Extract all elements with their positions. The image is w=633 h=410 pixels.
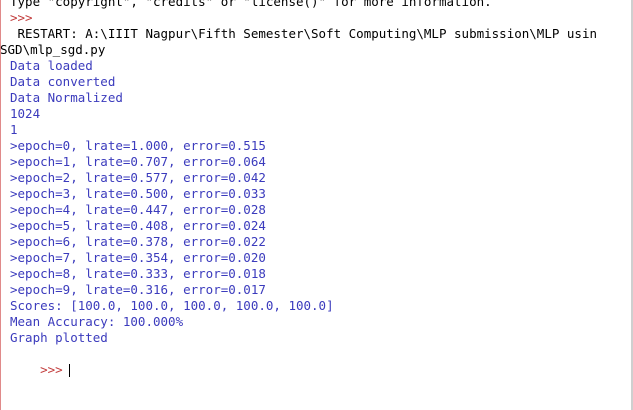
- python-shell-window: Type "copyright", "credits" or "license(…: [0, 0, 633, 410]
- epoch-line: >epoch=5, lrate=0.408, error=0.024: [10, 218, 266, 233]
- mean-accuracy-line: Mean Accuracy: 100.000%: [10, 314, 184, 329]
- epoch-line: >epoch=8, lrate=0.333, error=0.018: [10, 266, 266, 281]
- scores-line: Scores: [100.0, 100.0, 100.0, 100.0, 100…: [10, 298, 334, 313]
- left-gutter: [0, 0, 1, 410]
- text-cursor: [68, 364, 70, 377]
- restart-line: RESTART: A:\IIIT Nagpur\Fifth Semester\S…: [10, 26, 597, 41]
- current-prompt: >>>: [40, 362, 63, 377]
- epoch-line: >epoch=6, lrate=0.378, error=0.022: [10, 234, 266, 249]
- epoch-line: >epoch=7, lrate=0.354, error=0.020: [10, 250, 266, 265]
- epoch-line: >epoch=4, lrate=0.447, error=0.028: [10, 202, 266, 217]
- restart-line-continued: SGD\mlp_sgd.py: [0, 42, 106, 57]
- output-1: 1: [10, 122, 18, 137]
- output-data-loaded: Data loaded: [10, 58, 93, 73]
- output-data-converted: Data converted: [10, 74, 116, 89]
- graph-plotted-line: Graph plotted: [10, 330, 108, 345]
- output-data-normalized: Data Normalized: [10, 90, 123, 105]
- output-1024: 1024: [10, 106, 41, 121]
- epoch-line: >epoch=2, lrate=0.577, error=0.042: [10, 170, 266, 185]
- banner-line: Type "copyright", "credits" or "license(…: [10, 0, 492, 9]
- epoch-line: >epoch=3, lrate=0.500, error=0.033: [10, 186, 266, 201]
- epoch-line: >epoch=9, lrate=0.316, error=0.017: [10, 282, 266, 297]
- epoch-line: >epoch=0, lrate=1.000, error=0.515: [10, 138, 266, 153]
- current-prompt-line[interactable]: >>>: [10, 346, 70, 377]
- previous-prompt: >>>: [10, 10, 33, 25]
- epoch-line: >epoch=1, lrate=0.707, error=0.064: [10, 154, 266, 169]
